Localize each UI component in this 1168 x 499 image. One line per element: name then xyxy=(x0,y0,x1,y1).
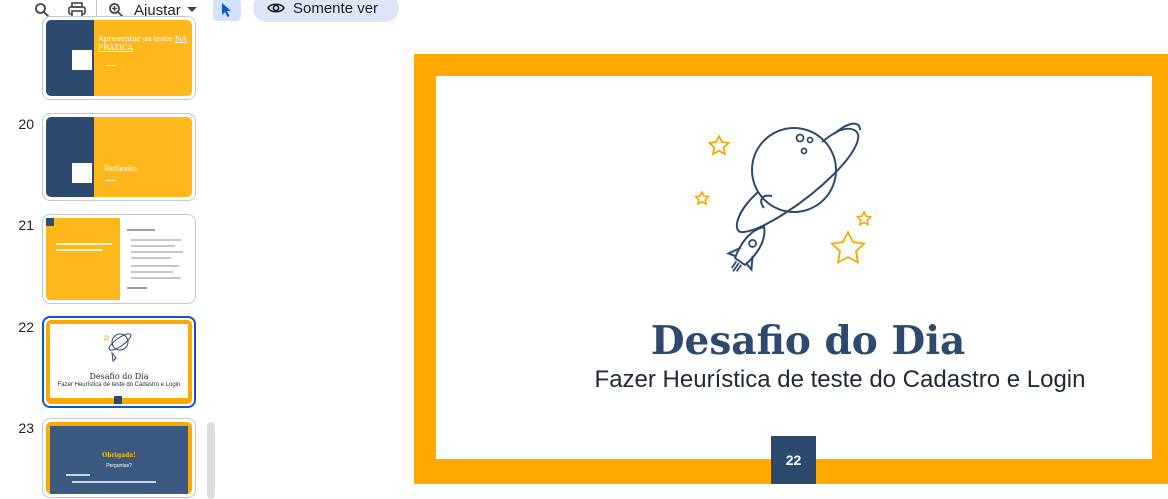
current-slide: Desafio do Dia Fazer Heurística de teste… xyxy=(414,54,1168,484)
thumb-subtitle: Perguntas? xyxy=(106,463,132,469)
slide-thumbnail-21[interactable] xyxy=(42,214,196,304)
slide-thumbnail-20[interactable]: Reflexão xyxy=(42,113,196,201)
slide-filmstrip: Apresentar os teste NA PRÁTICA 20 Reflex… xyxy=(0,16,220,499)
pointer-icon xyxy=(222,3,231,17)
eye-icon xyxy=(267,3,285,13)
slide-title: Desafio do Dia xyxy=(650,318,966,364)
slide-thumbnail-22[interactable]: Desafio do Dia Fazer Heurística de teste… xyxy=(42,316,196,408)
view-only-label: Somente ver xyxy=(293,0,379,17)
slide-number: 21 xyxy=(18,217,34,233)
planet-rocket-illustration-icon xyxy=(693,122,873,272)
thumb-subtitle: Fazer Heurística de teste do Cadastro e … xyxy=(57,382,181,388)
slide-thumbnail-19[interactable]: Apresentar os teste NA PRÁTICA xyxy=(42,16,196,100)
thumb-title: Desafio do Dia xyxy=(89,372,149,381)
pointer-tool-button[interactable] xyxy=(213,0,241,21)
thumb-title: Reflexão xyxy=(104,164,137,173)
thumb-title: Obrigada! xyxy=(102,452,136,459)
slide-number: 22 xyxy=(18,319,34,335)
planet-illustration-icon xyxy=(104,333,132,363)
slide-thumbnail-23[interactable]: Obrigada! Perguntas? xyxy=(42,418,196,498)
slide-number: 20 xyxy=(18,116,34,132)
thumb-title: Apresentar os teste NA PRÁTICA xyxy=(98,34,187,52)
caret-down-icon xyxy=(186,7,197,12)
slide-number: 23 xyxy=(18,420,34,436)
filmstrip-scrollbar[interactable] xyxy=(207,422,215,499)
slide-subtitle: Fazer Heurística de teste do Cadastro e … xyxy=(594,366,1086,393)
view-only-chip[interactable]: Somente ver xyxy=(253,0,399,22)
